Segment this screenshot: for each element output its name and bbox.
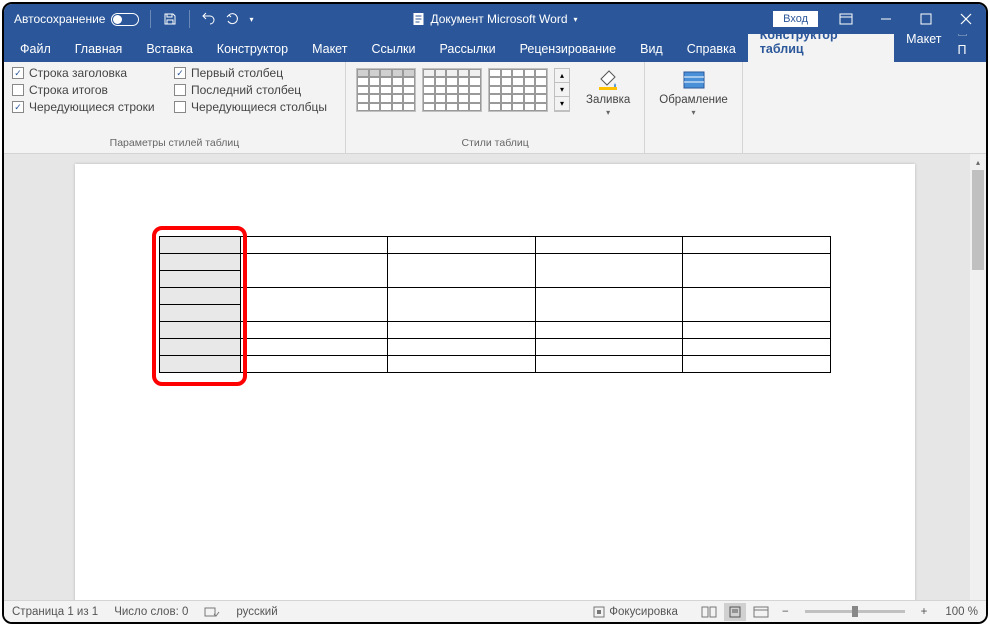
scroll-more-icon[interactable]: ▾ <box>555 97 569 111</box>
document-table[interactable] <box>159 236 831 373</box>
zoom-in-button[interactable]: + <box>915 606 934 618</box>
borders-button[interactable]: Обрамление ▾ <box>653 66 734 119</box>
redo-icon[interactable] <box>225 11 241 27</box>
style-thumb[interactable] <box>488 68 548 112</box>
tab-file[interactable]: Файл <box>8 37 63 62</box>
check-banded-columns[interactable]: Чередующиеся столбцы <box>174 100 327 114</box>
borders-icon <box>680 68 708 92</box>
statusbar: Страница 1 из 1 Число слов: 0 русский Фо… <box>4 600 986 622</box>
vertical-scrollbar[interactable]: ▴ <box>970 154 986 600</box>
scroll-thumb[interactable] <box>972 170 984 270</box>
gallery-scroll[interactable]: ▴▾▾ <box>554 68 570 112</box>
autosave-label: Автосохранение <box>14 12 105 26</box>
check-first-column[interactable]: Первый столбец <box>174 66 283 80</box>
ribbon: Строка заголовка Первый столбец Строка и… <box>4 62 986 154</box>
shading-button[interactable]: Заливка ▾ <box>580 66 636 119</box>
minimize-button[interactable] <box>866 4 906 34</box>
chevron-down-icon: ▾ <box>606 108 610 117</box>
autosave-toggle[interactable]: Автосохранение <box>14 12 139 26</box>
tab-insert[interactable]: Вставка <box>134 37 204 62</box>
spellcheck-icon[interactable] <box>204 605 220 619</box>
close-button[interactable] <box>946 4 986 34</box>
toggle-switch-icon <box>111 13 139 26</box>
document-area: ▴ <box>4 154 986 600</box>
read-mode-icon[interactable] <box>698 603 720 621</box>
ribbon-tabs: Файл Главная Вставка Конструктор Макет С… <box>4 34 986 62</box>
tab-view[interactable]: Вид <box>628 37 675 62</box>
group-table-style-options: Строка заголовка Первый столбец Строка и… <box>4 62 346 153</box>
focus-mode-button[interactable]: Фокусировка <box>593 606 678 618</box>
group-label-style-options: Параметры стилей таблиц <box>12 137 337 151</box>
undo-icon[interactable] <box>201 11 217 27</box>
zoom-out-button[interactable]: − <box>776 606 795 618</box>
table-styles-gallery[interactable]: ▴▾▾ <box>354 66 572 114</box>
language-button[interactable]: русский <box>236 606 277 618</box>
ribbon-display-options-icon[interactable] <box>826 4 866 34</box>
page-info[interactable]: Страница 1 из 1 <box>12 606 98 618</box>
login-button[interactable]: Вход <box>773 11 818 27</box>
check-last-column[interactable]: Последний столбец <box>174 83 301 97</box>
check-banded-rows[interactable]: Чередующиеся строки <box>12 100 162 114</box>
tab-mailings[interactable]: Рассылки <box>427 37 507 62</box>
zoom-slider[interactable] <box>805 610 905 613</box>
document-title[interactable]: Документ Microsoft Word ▾ <box>412 12 577 26</box>
tab-design[interactable]: Конструктор <box>205 37 300 62</box>
group-label-table-styles: Стили таблиц <box>354 137 636 151</box>
scroll-up-icon[interactable]: ▴ <box>555 69 569 83</box>
check-total-row[interactable]: Строка итогов <box>12 83 162 97</box>
group-table-styles: ▴▾▾ Заливка ▾ Стили таблиц <box>346 62 645 153</box>
zoom-level[interactable]: 100 % <box>945 606 978 618</box>
paint-bucket-icon <box>594 68 622 92</box>
chevron-down-icon: ▾ <box>692 108 696 117</box>
tab-references[interactable]: Ссылки <box>359 37 427 62</box>
group-borders: Обрамление ▾ <box>645 62 743 153</box>
print-layout-icon[interactable] <box>724 603 746 621</box>
web-layout-icon[interactable] <box>750 603 772 621</box>
scroll-up-icon[interactable]: ▴ <box>970 154 986 170</box>
word-count[interactable]: Число слов: 0 <box>114 606 188 618</box>
tab-help[interactable]: Справка <box>675 37 748 62</box>
titlebar: Автосохранение ▾ Документ Microsoft Word… <box>4 4 986 34</box>
style-thumb[interactable] <box>356 68 416 112</box>
tab-home[interactable]: Главная <box>63 37 135 62</box>
maximize-button[interactable] <box>906 4 946 34</box>
check-header-row[interactable]: Строка заголовка <box>12 66 162 80</box>
tab-layout[interactable]: Макет <box>300 37 359 62</box>
style-thumb[interactable] <box>422 68 482 112</box>
tab-review[interactable]: Рецензирование <box>508 37 629 62</box>
save-icon[interactable] <box>162 11 178 27</box>
document-page[interactable] <box>75 164 915 600</box>
scroll-down-icon[interactable]: ▾ <box>555 83 569 97</box>
